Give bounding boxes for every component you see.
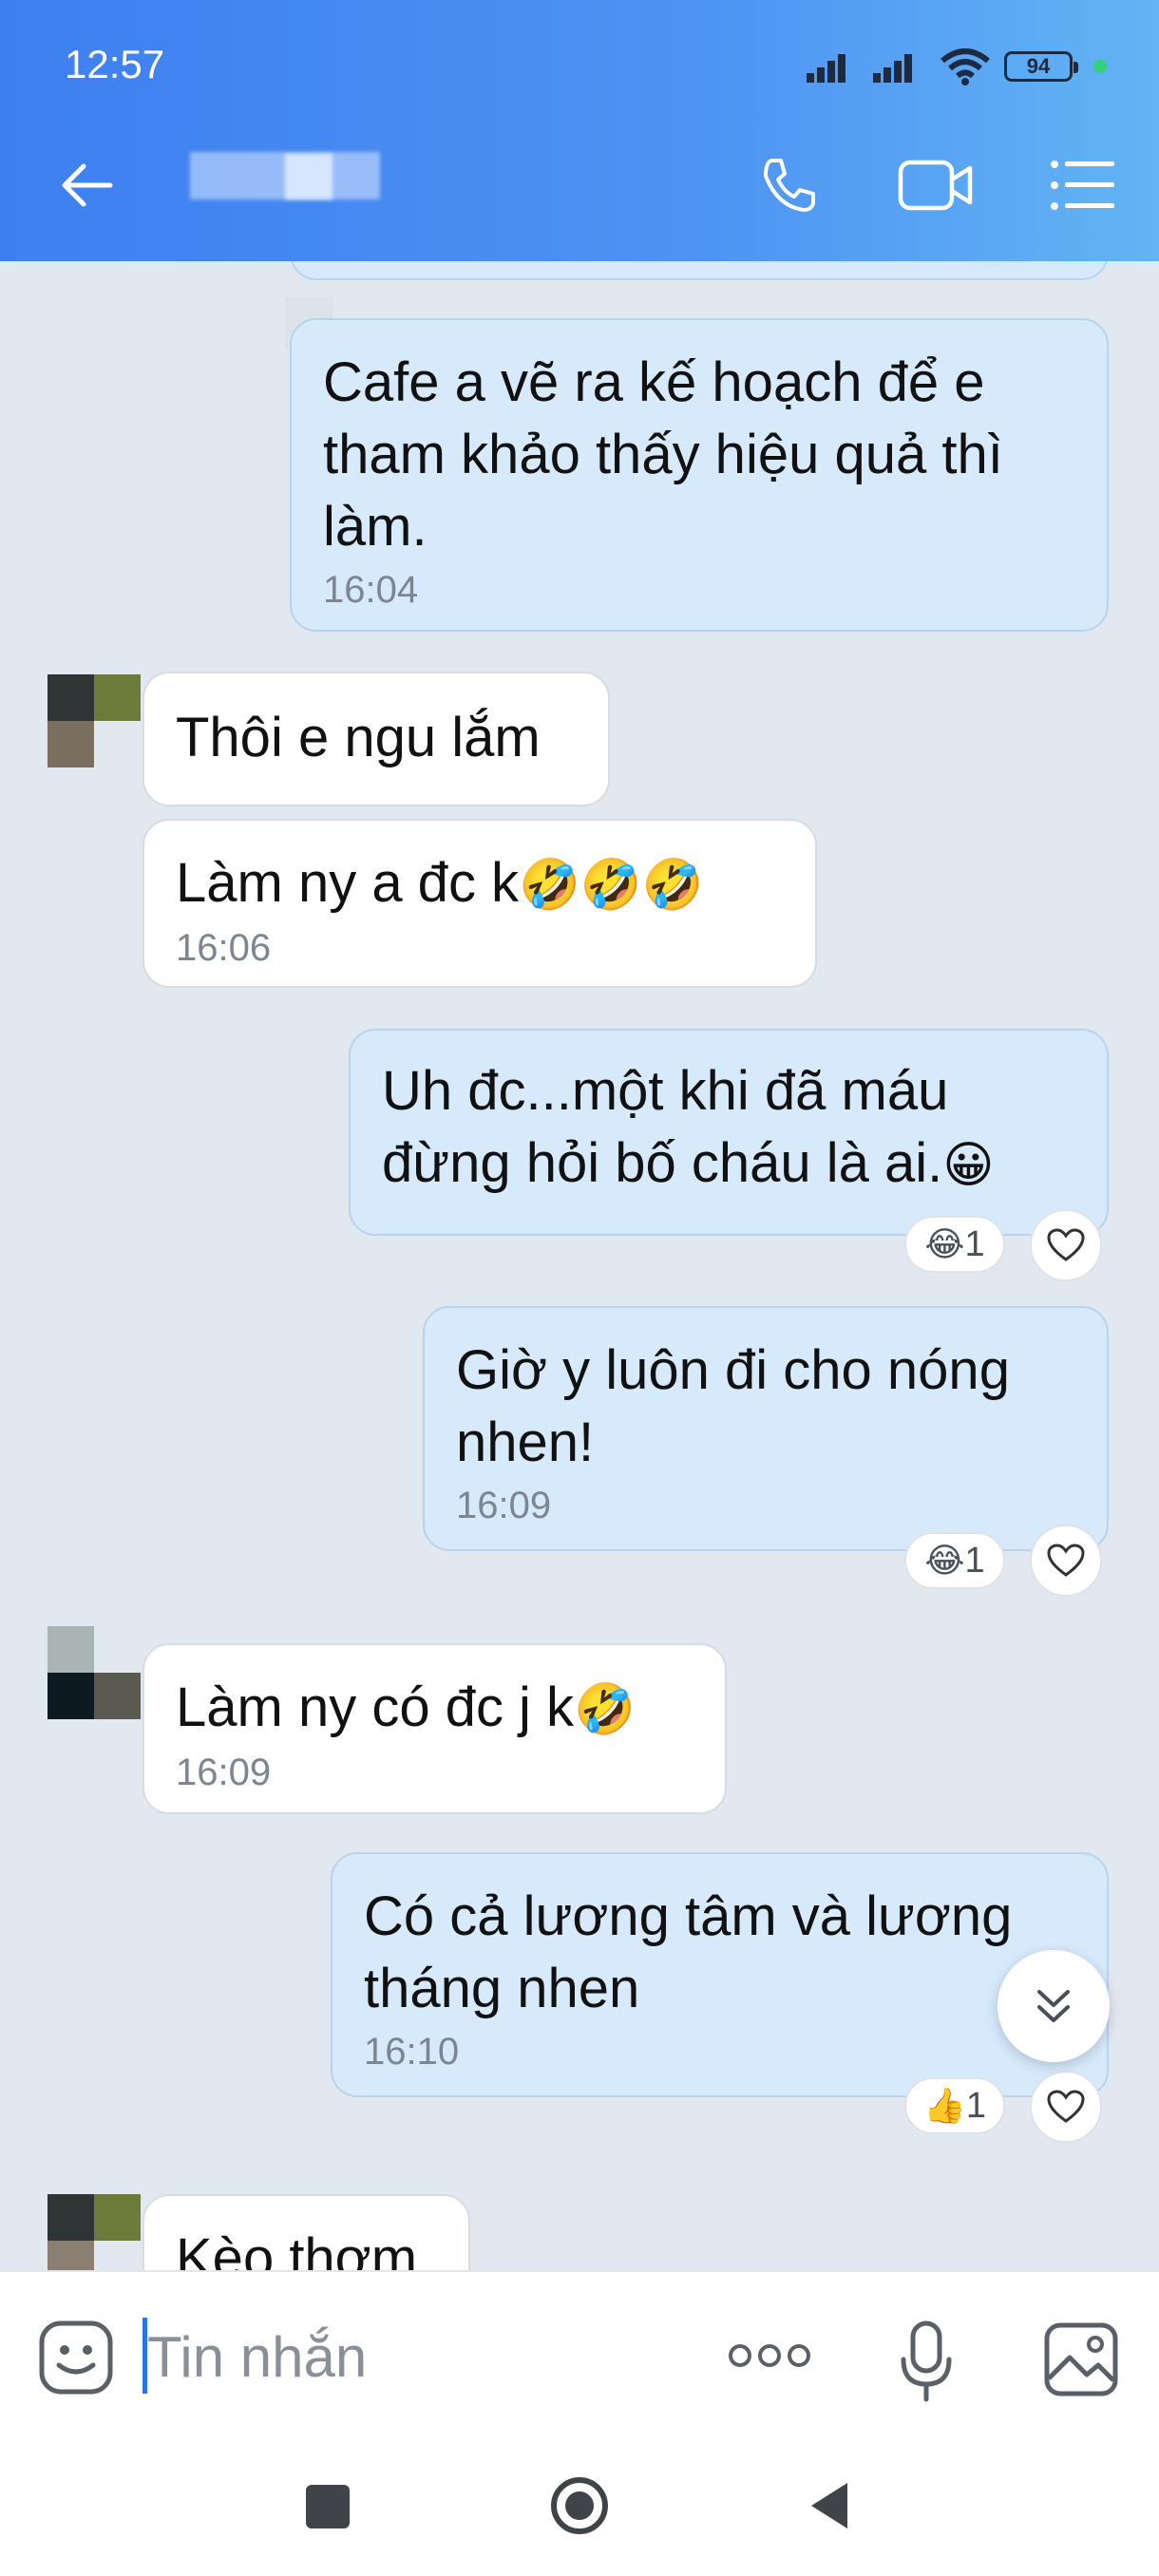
react-heart-button[interactable] <box>1030 1209 1102 1281</box>
grinning-emoji: 😀 <box>942 1137 995 1194</box>
message-time: 16:09 <box>176 1752 272 1793</box>
message-bubble-outgoing[interactable]: Giờ y luôn đi cho nóng nhen! 16:09 <box>423 1306 1109 1551</box>
status-time: 12:57 <box>65 42 165 86</box>
status-icons: 94 <box>807 47 1107 85</box>
reaction-count: 1 <box>965 2085 986 2126</box>
message-text: Làm ny a đc k <box>176 852 520 914</box>
sticker-face-icon <box>39 2320 113 2395</box>
voice-record-button[interactable] <box>898 2320 955 2405</box>
react-heart-button[interactable] <box>1030 1525 1102 1597</box>
message-text: Thôi e ngu lắm <box>176 707 541 768</box>
avatar[interactable] <box>48 2194 141 2270</box>
menu-button[interactable] <box>1045 147 1121 223</box>
battery-icon: 94 <box>1004 51 1078 82</box>
video-camera-icon <box>898 160 973 211</box>
reaction-badge[interactable]: 😂 1 <box>904 1532 1005 1589</box>
message-text: Cafe a vẽ ra kế hoạch để e tham khảo thấ… <box>323 351 1003 558</box>
chat-header: 12:57 94 <box>0 0 1159 261</box>
reaction-badge[interactable]: 😂 1 <box>904 1216 1005 1273</box>
microphone-icon <box>901 2320 952 2402</box>
avatar[interactable] <box>48 1626 141 1719</box>
signal-icon <box>807 54 846 83</box>
scroll-to-bottom-button[interactable] <box>998 1950 1110 2062</box>
react-heart-button[interactable] <box>1030 2071 1102 2143</box>
message-time: 16:09 <box>456 1485 552 1526</box>
voice-call-button[interactable] <box>750 147 826 223</box>
heart-icon <box>1047 2090 1085 2123</box>
list-menu-icon <box>1051 161 1114 210</box>
reaction-count: 1 <box>964 1223 985 1264</box>
reaction-emoji: 😂 <box>924 1224 965 1264</box>
recent-apps-button[interactable] <box>306 2485 350 2529</box>
message-bubble-incoming[interactable]: Kèo thơm <box>142 2194 470 2270</box>
message-time: 16:10 <box>364 2031 460 2073</box>
heart-icon <box>1047 1228 1085 1261</box>
message-input[interactable]: Tin nhắn <box>147 2324 367 2390</box>
message-bubble-incoming[interactable]: Thôi e ngu lắm <box>142 672 610 806</box>
back-button[interactable] <box>48 147 124 223</box>
message-bubble-outgoing[interactable]: Cafe a vẽ ra kế hoạch để e tham khảo thấ… <box>290 318 1109 632</box>
message-text: Giờ y luôn đi cho nóng nhen! <box>456 1339 1010 1473</box>
reaction-emoji: 👍 <box>923 2087 966 2126</box>
home-button[interactable] <box>549 2475 610 2536</box>
heart-icon <box>1047 1544 1085 1577</box>
phone-icon <box>764 159 815 212</box>
contact-name-blur <box>285 154 332 199</box>
wifi-icon <box>940 48 990 85</box>
double-chevron-down-icon <box>1037 1990 1070 2022</box>
message-time: 16:04 <box>323 569 419 611</box>
laughing-emoji: 🤣 <box>574 1681 636 1738</box>
laughing-emoji: 🤣🤣🤣 <box>519 857 704 914</box>
sticker-button[interactable] <box>38 2320 114 2396</box>
triangle-back-icon <box>811 2483 847 2529</box>
signal-icon-2 <box>873 54 912 83</box>
message-text: Kèo thơm <box>176 2227 418 2270</box>
image-icon <box>1044 2322 1118 2396</box>
message-input-bar: Tin nhắn <box>0 2270 1159 2443</box>
message-text: Uh đc...một khi đã máu đừng hỏi bố cháu … <box>382 1060 949 1194</box>
reaction-count: 1 <box>964 1540 985 1581</box>
home-circle-icon <box>551 2477 608 2534</box>
gallery-button[interactable] <box>1043 2321 1119 2397</box>
message-bubble-incoming[interactable]: Làm ny có đc j k🤣 16:09 <box>142 1643 727 1814</box>
message-text: Làm ny có đc j k <box>176 1676 575 1738</box>
system-navigation-bar <box>0 2441 1159 2576</box>
back-arrow-icon <box>62 163 113 207</box>
message-time: 16:06 <box>176 927 272 969</box>
battery-level: 94 <box>1026 54 1051 78</box>
message-bubble-outgoing[interactable]: Uh đc...một khi đã máu đừng hỏi bố cháu … <box>349 1029 1109 1236</box>
avatar[interactable] <box>48 674 141 767</box>
message-list[interactable]: Cafe a vẽ ra kế hoạch để e tham khảo thấ… <box>0 261 1159 2270</box>
more-options-button[interactable] <box>727 2337 812 2384</box>
notification-dot <box>1093 60 1107 73</box>
reaction-badge[interactable]: 👍 1 <box>904 2077 1005 2134</box>
back-nav-button[interactable] <box>806 2479 853 2532</box>
message-bubble-partial[interactable] <box>290 261 1109 280</box>
ellipsis-icon <box>729 2344 810 2367</box>
reaction-emoji: 😂 <box>924 1541 965 1581</box>
message-bubble-incoming[interactable]: Thôi e ngu lắm Làm ny a đc k🤣🤣🤣 16:06 <box>142 819 817 988</box>
message-text: Có cả lương tâm và lương tháng nhen <box>364 1885 1013 2019</box>
message-bubble-outgoing[interactable]: Có cả lương tâm và lương tháng nhen 16:1… <box>331 1852 1109 2097</box>
video-call-button[interactable] <box>898 147 974 223</box>
